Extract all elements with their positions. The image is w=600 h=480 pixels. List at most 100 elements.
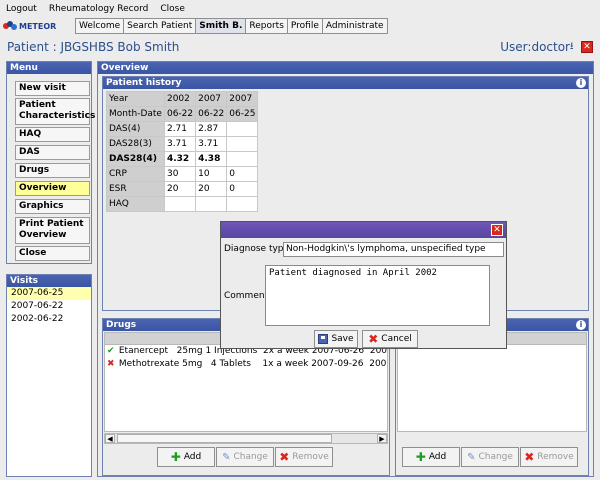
meteor-logo-icon — [3, 20, 17, 32]
visit-item[interactable]: 2007-06-22 — [7, 300, 91, 313]
history-cell: 0 — [226, 181, 259, 197]
history-row-label: Year — [106, 91, 165, 107]
menu-panel-title: Menu — [7, 62, 91, 74]
history-table: Year 2002 2007 2007 Month-Date 06-22 06-22 06-2… — [106, 91, 259, 212]
visits-panel: Visits 2007-06-25 2007-06-22 2002-06-22 — [6, 274, 92, 477]
tab-welcome[interactable]: Welcome — [75, 18, 124, 34]
drug-row-text: Methotrexate 5mg 4 Tablets 1x a week 200… — [118, 359, 387, 369]
history-row: DAS28(3) 3.71 3.71 — [106, 136, 259, 152]
tab-profile[interactable]: Profile — [286, 18, 322, 34]
history-cell: 0 — [226, 166, 259, 182]
remove-icon: ✖ — [524, 450, 535, 464]
history-cell: 2002 — [163, 91, 197, 107]
menu-haq[interactable]: HAQ — [15, 127, 90, 142]
tab-smith-b[interactable]: Smith B. — [195, 18, 246, 34]
visit-item[interactable]: 2002-06-22 — [7, 313, 91, 326]
diagnose-type-label: Diagnose type — [224, 244, 290, 254]
history-row-label: HAQ — [106, 196, 165, 212]
history-cell: 06-22 — [163, 106, 197, 122]
save-button[interactable]: Save — [314, 330, 358, 348]
history-cell — [226, 151, 259, 167]
info-icon[interactable]: i — [576, 78, 586, 88]
logo-text: METEOR — [19, 21, 57, 31]
add-drug-button[interactable]: ✚ Add — [157, 447, 215, 467]
history-row: Month-Date 06-22 06-22 06-25 — [106, 106, 259, 122]
visit-item[interactable]: 2007-06-25 — [7, 287, 91, 300]
info-icon[interactable]: i — [576, 320, 586, 330]
dialog-title-bar[interactable]: ✕ — [221, 222, 506, 238]
cancel-label: Cancel — [381, 334, 412, 344]
diagnose-type-field[interactable]: Non-Hodgkin\'s lymphoma, unspecified typ… — [283, 242, 504, 257]
horizontal-scrollbar[interactable]: ◀ ▶ — [104, 433, 388, 444]
menu-new-visit[interactable]: New visit — [15, 81, 90, 96]
history-cell: 2.87 — [195, 121, 228, 137]
tab-search-patient[interactable]: Search Patient — [123, 18, 196, 34]
menu-panel: Menu New visit Patient Characteristics H… — [6, 61, 95, 264]
cancel-icon: ✖ — [368, 332, 379, 346]
history-row: DAS28(4) 4.32 4.38 — [106, 151, 259, 167]
change-button[interactable]: ✎ Change — [461, 447, 519, 467]
menu-drugs[interactable]: Drugs — [15, 163, 90, 178]
menu-close[interactable]: Close — [15, 246, 90, 261]
cross-icon: ✖ — [107, 359, 115, 369]
comment-label: Comment — [224, 291, 269, 301]
add-drug-label: Add — [183, 452, 202, 462]
close-icon[interactable]: ✕ — [491, 224, 503, 236]
remove-icon: ✖ — [279, 450, 290, 464]
tab-reports[interactable]: Reports — [245, 18, 287, 34]
tab-administrate[interactable]: Administrate — [321, 18, 388, 34]
history-row-label: ESR — [106, 181, 165, 197]
history-cell: 20 — [195, 181, 228, 197]
scrollbar-thumb[interactable] — [117, 434, 332, 443]
scroll-right-icon[interactable]: ▶ — [377, 434, 387, 443]
tab-row: METEOR Welcome Search Patient Smith B. R… — [0, 17, 600, 34]
menu-das[interactable]: DAS — [15, 145, 90, 160]
scroll-left-icon[interactable]: ◀ — [105, 434, 115, 443]
patient-history-title-text: Patient history — [106, 78, 182, 88]
check-icon: ✔ — [107, 346, 115, 356]
history-cell: 3.71 — [163, 136, 197, 152]
history-cell — [226, 136, 259, 152]
history-cell — [226, 121, 259, 137]
plus-icon: ✚ — [170, 450, 181, 464]
history-cell: 20 — [163, 181, 197, 197]
comment-dialog: ✕ Diagnose type Non-Hodgkin\'s lymphoma,… — [220, 221, 507, 349]
remove-button[interactable]: ✖ Remove — [520, 447, 578, 467]
logout-menu[interactable]: Logout — [6, 4, 37, 14]
history-row: CRP 30 10 0 — [106, 166, 259, 182]
user-label: User:doctor — [500, 40, 570, 54]
history-cell — [226, 196, 259, 212]
history-row: DAS(4) 2.71 2.87 — [106, 121, 259, 137]
menu-bar: Logout Rheumatology Record Close — [0, 0, 600, 17]
history-row: HAQ — [106, 196, 259, 212]
rheumatology-record-menu[interactable]: Rheumatology Record — [49, 4, 149, 14]
add-label: Add — [428, 452, 447, 462]
menu-patient-characteristics[interactable]: Patient Characteristics — [15, 98, 95, 125]
plus-icon: ✚ — [415, 450, 426, 464]
history-row-label: DAS28(3) — [106, 136, 165, 152]
history-row-label: Month-Date — [106, 106, 165, 122]
remove-drug-button[interactable]: ✖ Remove — [275, 447, 333, 467]
menu-overview[interactable]: Overview — [15, 181, 90, 196]
history-cell: 06-25 — [226, 106, 259, 122]
cancel-button[interactable]: ✖ Cancel — [362, 330, 418, 348]
history-row-label: DAS28(4) — [106, 151, 165, 167]
history-row: ESR 20 20 0 — [106, 181, 259, 197]
change-drug-button[interactable]: ✎ Change — [216, 447, 274, 467]
menu-graphics[interactable]: Graphics — [15, 199, 90, 214]
add-button[interactable]: ✚ Add — [402, 447, 460, 467]
history-cell: 30 — [163, 166, 197, 182]
pencil-icon: ✎ — [467, 451, 476, 463]
drugs-button-row: ✚ Add ✎ Change ✖ Remove — [157, 447, 334, 467]
history-cell: 2007 — [195, 91, 228, 107]
meteor-logo: METEOR — [3, 19, 71, 33]
menu-print-patient-overview[interactable]: Print Patient Overview — [15, 217, 90, 244]
history-cell: 10 — [195, 166, 228, 182]
history-row-label: CRP — [106, 166, 165, 182]
drug-row[interactable]: ✖ Methotrexate 5mg 4 Tablets 1x a week 2… — [105, 358, 387, 371]
user-download-icon[interactable]: ⭳ — [570, 41, 580, 53]
secondary-button-row: ✚ Add ✎ Change ✖ Remove — [402, 447, 579, 467]
close-icon[interactable]: ✕ — [581, 41, 593, 53]
close-menu[interactable]: Close — [160, 4, 185, 14]
comment-field[interactable]: Patient diagnosed in April 2002 — [265, 265, 490, 326]
